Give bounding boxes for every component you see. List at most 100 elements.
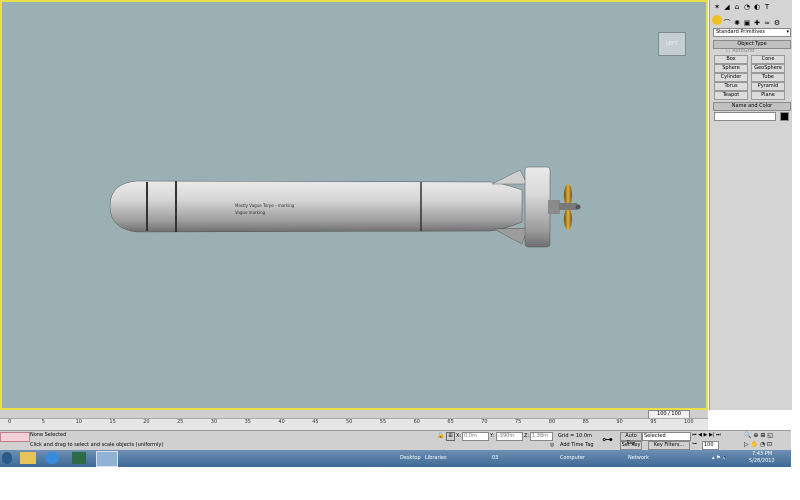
primitive-button-cylinder[interactable]: Cylinder <box>714 73 748 82</box>
timeline-tick-label: 65 <box>447 419 454 425</box>
timeline-tick-label: 95 <box>650 419 657 425</box>
spacewarps-icon[interactable]: ≈ <box>762 18 772 28</box>
browser-icon[interactable] <box>45 452 59 464</box>
viewport-nav-icons[interactable]: 🔍 ⊕ ⊞ ◱ <box>744 432 773 439</box>
playback-controls[interactable]: ⏮ ◀ ▶ ▶| ⏭ <box>692 432 721 438</box>
command-panel: ✶ ◢ ⌂ ◔ ◐ T ⌒ ✺ ▣ ✚ ≈ ⚙ Standard Primitives ▾ Objec… <box>709 0 792 410</box>
shapes-icon[interactable]: ⌒ <box>722 18 732 28</box>
timeline-tick-label: 15 <box>109 419 116 425</box>
timeline-tick-label: 50 <box>346 419 353 425</box>
maxscript-listener[interactable] <box>0 432 30 442</box>
primitive-button-tube[interactable]: Tube <box>751 73 785 82</box>
3dsmax-icon[interactable] <box>72 452 86 464</box>
display-tab-icon[interactable]: ◐ <box>752 2 762 12</box>
timeline-tick-label: 60 <box>413 419 420 425</box>
add-time-tag-button[interactable]: Add Time Tag <box>560 442 594 448</box>
explorer-icon[interactable] <box>20 452 36 464</box>
timeline-tick-label: 85 <box>582 419 589 425</box>
lock-icon[interactable]: 🔒 <box>437 432 444 439</box>
timeline-tick-label: 5 <box>41 419 45 425</box>
cameras-icon[interactable]: ▣ <box>742 18 752 28</box>
timeline-tick-label: 35 <box>244 419 251 425</box>
name-color-label: Name and Color <box>731 103 773 109</box>
helpers-icon[interactable]: ✚ <box>752 18 762 28</box>
geometry-icon[interactable] <box>712 15 722 25</box>
hierarchy-tab-icon[interactable]: ⌂ <box>732 2 742 12</box>
primitive-button-geosphere[interactable]: GeoSphere <box>751 64 785 73</box>
timeline-tick-label: 80 <box>548 419 556 425</box>
primitive-button-plane[interactable]: Plane <box>751 91 785 100</box>
key-mode-dropdown[interactable]: Selected <box>642 432 691 441</box>
primitive-button-sphere[interactable]: Sphere <box>714 64 748 73</box>
clock-date[interactable]: 5/28/2012 <box>749 458 775 464</box>
lights-icon[interactable]: ✺ <box>732 18 742 28</box>
key-filters-button[interactable]: Key Filters... <box>648 441 690 450</box>
active-window-icon[interactable] <box>96 451 118 467</box>
x-coordinate-field[interactable]: 0.0m <box>462 432 489 441</box>
timeline-tick-label: 75 <box>515 419 522 425</box>
object-name-field[interactable] <box>714 112 776 121</box>
primitive-button-pyramid[interactable]: Pyramid <box>751 82 785 91</box>
clock-time[interactable]: 7:43 PM <box>752 451 772 457</box>
viewport-nav-icons-2[interactable]: ▷ ✋ ◔ ⊡ <box>744 441 772 448</box>
libraries-item[interactable]: Libraries <box>425 453 447 463</box>
timeline-tick-label: 70 <box>481 419 488 425</box>
prompt-line: Click and drag to select and scale objec… <box>30 442 164 448</box>
key-icon[interactable]: ⊶ <box>602 433 613 446</box>
chevron-down-icon: ▾ <box>786 29 789 35</box>
systems-icon[interactable]: ⚙ <box>772 18 782 28</box>
left-viewport[interactable]: Mostly Vague Torpe - marking Vague marki… <box>0 0 708 410</box>
timeline-tick-label: 0 <box>8 419 12 425</box>
computer-item[interactable]: Computer <box>560 453 585 463</box>
folder-item[interactable]: 03 <box>492 453 498 463</box>
panel-tabs: ✶ ◢ ⌂ ◔ ◐ T <box>712 2 790 12</box>
name-color-rollout[interactable]: Name and Color <box>713 102 791 111</box>
object-type-label: Object Type <box>737 41 767 47</box>
timeline-tick-label: 45 <box>312 419 319 425</box>
primitive-button-torus[interactable]: Torus <box>714 82 748 91</box>
timeline-tick-label: 90 <box>616 419 623 425</box>
tray-icons[interactable]: ▴ ⚑ 🔈 <box>712 453 728 463</box>
network-item[interactable]: Network <box>628 453 649 463</box>
hull-marking-2: Vague marking <box>235 210 266 215</box>
set-key-button[interactable]: Set Key <box>620 441 642 450</box>
time-tag-icon[interactable]: ◎ <box>550 442 554 448</box>
primitive-button-box[interactable]: Box <box>714 55 748 64</box>
timeline-tick-label: 20 <box>143 419 150 425</box>
viewcube[interactable]: LEFT <box>658 32 686 56</box>
utilities-tab-icon[interactable]: T <box>762 2 772 12</box>
y-coordinate-field[interactable]: -390m <box>496 432 523 441</box>
category-icons: ⌒ ✺ ▣ ✚ ≈ ⚙ <box>712 15 790 28</box>
torpedo-model[interactable] <box>2 2 706 408</box>
timeline-tick-label: 30 <box>210 419 218 425</box>
modify-tab-icon[interactable]: ◢ <box>722 2 732 12</box>
time-slider-track[interactable]: 100 / 100 <box>0 410 708 419</box>
start-button-icon[interactable] <box>2 452 12 464</box>
viewcube-label: LEFT <box>666 41 678 47</box>
primitive-button-teapot[interactable]: Teapot <box>714 91 748 100</box>
windows-taskbar: Desktop Libraries 03 Computer Network ▴ … <box>0 450 791 467</box>
selection-status: None Selected <box>30 432 67 438</box>
hull-marking-1: Mostly Vague Torpe - marking <box>235 203 295 208</box>
timeline-tick-label: 40 <box>278 419 285 425</box>
create-tab-icon[interactable]: ✶ <box>712 2 722 12</box>
y-label: Y: <box>490 433 495 439</box>
z-label: Z: <box>524 433 530 439</box>
z-coordinate-field[interactable]: 1.38m <box>530 432 553 441</box>
current-frame-field[interactable]: 100 <box>702 441 719 450</box>
key-mode-toggle-icon[interactable]: ⊶ <box>692 441 697 447</box>
autogrid-label: AutoGrid <box>732 48 755 54</box>
category-dropdown-value: Standard Primitives <box>716 29 765 35</box>
autogrid-checkbox[interactable]: ☐ AutoGrid <box>726 48 754 54</box>
status-bar: None Selected Click and drag to select a… <box>0 430 791 451</box>
desktop-toolbar[interactable]: Desktop <box>400 453 421 463</box>
category-dropdown[interactable]: Standard Primitives ▾ <box>713 28 791 37</box>
auto-key-button[interactable]: Auto Key <box>620 432 642 446</box>
motion-tab-icon[interactable]: ◔ <box>742 2 752 12</box>
key-mode-value: Selected <box>644 433 666 439</box>
x-label: X: <box>456 433 462 439</box>
primitive-button-cone[interactable]: Cone <box>751 55 785 64</box>
transform-mode-icon[interactable]: ⊞ <box>446 432 455 441</box>
timeline-tick-label: 10 <box>75 419 82 425</box>
object-color-swatch[interactable] <box>780 112 789 121</box>
